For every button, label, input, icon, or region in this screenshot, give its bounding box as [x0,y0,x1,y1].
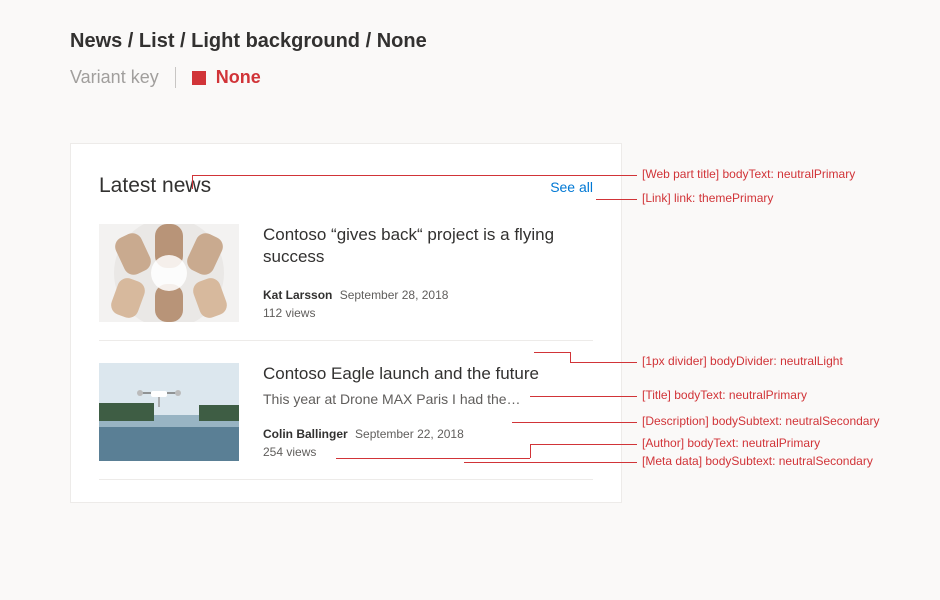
variant-key-label: Variant key [70,67,176,88]
page-header: News / List / Light background / None Va… [0,0,940,88]
news-item-author: Kat Larsson [263,288,332,302]
news-card: Latest news See all Contoso “gives bac [70,143,622,503]
variant-swatch [192,71,206,85]
news-item-views: 112 views [263,304,593,322]
news-list-item[interactable]: Contoso “gives back“ project is a flying… [99,216,593,341]
news-item-body: Contoso “gives back“ project is a flying… [263,224,593,322]
news-item-meta: Kat Larsson September 28, 2018 112 views [263,276,593,322]
see-all-link[interactable]: See all [550,179,593,195]
news-item-author: Colin Ballinger [263,427,348,441]
news-thumbnail [99,363,239,461]
news-thumbnail [99,224,239,322]
variant-key-row: Variant key None [70,67,940,88]
breadcrumb: News / List / Light background / None [70,30,940,53]
card-header: Latest news See all [99,174,593,198]
news-item-date: September 28, 2018 [340,288,449,302]
web-part-title: Latest news [99,174,211,198]
variant-name: None [216,67,261,88]
news-item-title: Contoso Eagle launch and the future [263,363,593,385]
news-item-date: September 22, 2018 [355,427,464,441]
news-item-body: Contoso Eagle launch and the future This… [263,363,593,461]
news-item-title: Contoso “gives back“ project is a flying… [263,224,593,268]
news-item-description: This year at Drone MAX Paris I had the… [263,391,593,407]
